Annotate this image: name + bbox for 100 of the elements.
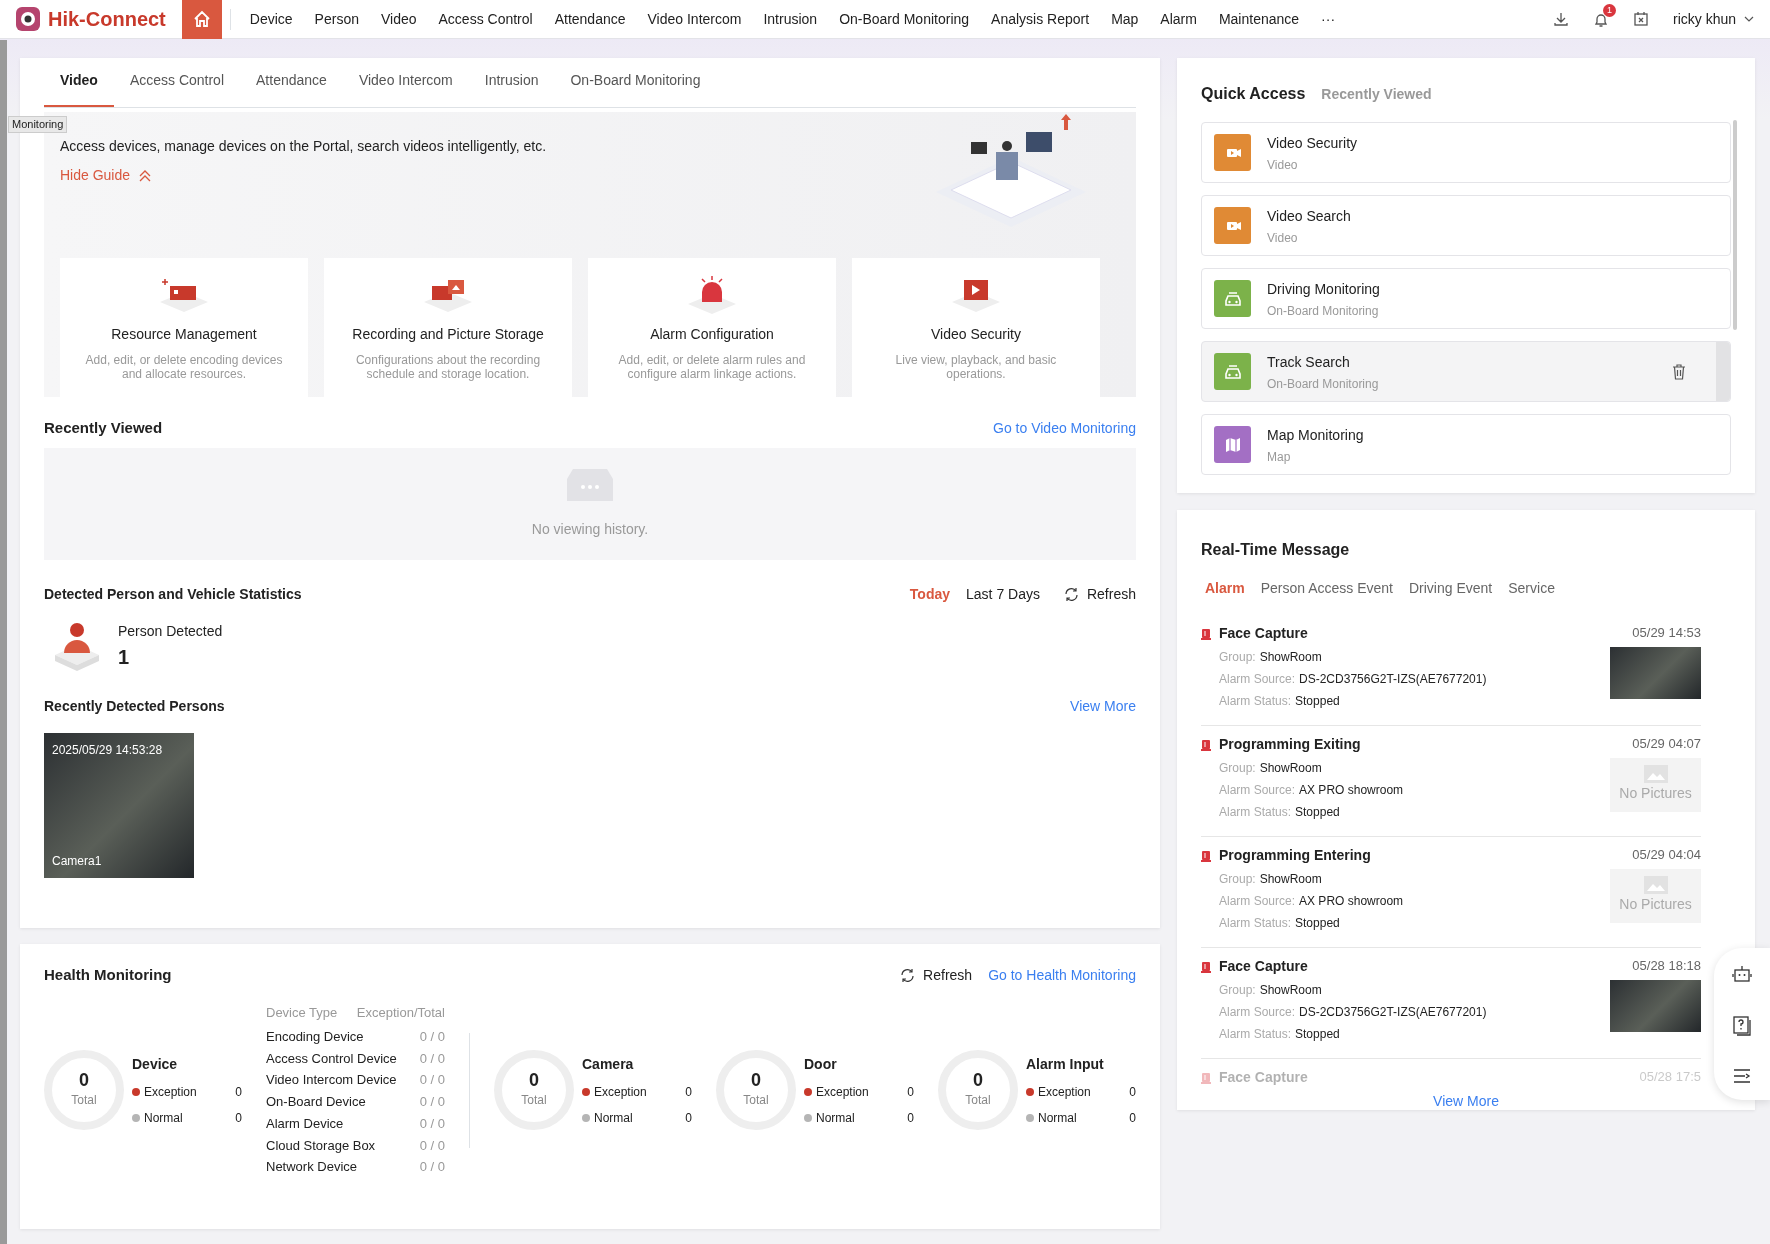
tab[interactable]: Video Intercom [342,58,469,107]
camera-name: Camera1 [52,852,103,870]
message-title: Programming Entering [1219,846,1371,865]
status-label: Normal [594,1109,633,1127]
tab[interactable]: Access Control [113,58,241,107]
quick-access-item[interactable]: Track Search On-Board Monitoring [1201,341,1731,402]
message-time: 05/29 04:04 [1632,846,1701,864]
home-button[interactable] [181,0,222,39]
tab[interactable]: Alarm [1205,578,1245,599]
guide-card[interactable]: Video Security Live view, playback, and basic operations. [852,258,1100,398]
panel-title: Real-Time Message [1201,540,1351,560]
refresh-button[interactable]: Refresh [1063,583,1136,605]
tab[interactable]: Service [1508,578,1555,599]
total-label: Total [965,1092,991,1110]
nav-item[interactable]: Maintenance [1207,8,1311,30]
field-value: ShowRoom [1259,982,1322,999]
total-label: Total [521,1092,547,1110]
health-monitoring-link[interactable]: Go to Health Monitoring [988,964,1136,986]
quick-access-item[interactable]: Video Security Video [1201,122,1731,183]
card-description: Configurations about the recording schedule and storage location. [354,353,542,382]
tab[interactable]: Video [44,58,114,107]
status-count: 0 [235,1109,242,1127]
card-description: Add, edit, or delete encoding devices and allocate resources. [84,353,284,382]
table-cell-text: 0 / 0 [419,1093,445,1112]
tab[interactable]: Driving Event [1409,578,1493,599]
nav-item[interactable]: Video [369,8,428,30]
caret-icon [1744,16,1754,22]
monitoring-tooltip: Monitoring [8,116,68,133]
trash-icon[interactable] [1672,363,1686,380]
logo-icon [16,7,40,31]
status-label: Normal [144,1109,183,1127]
home-icon [192,10,211,28]
tab[interactable]: Intrusion [468,58,555,107]
item-title: Track Search [1267,352,1351,372]
card-title: Video Security [931,325,1021,344]
guide-card[interactable]: Resource Management Add, edit, or delete encoding devices and allocate resources. [60,258,308,398]
table-cell-text: 0 / 0 [419,1049,445,1068]
nav-item[interactable]: Video Intercom [636,8,753,30]
hide-guide-link[interactable]: Hide Guide [60,165,153,186]
user-menu[interactable]: ricky khun [1672,8,1754,30]
field-label: Alarm Status: [1219,1026,1292,1043]
period-tab[interactable]: Last 7 Days [966,583,1040,605]
field-value: ShowRoom [1259,649,1322,666]
calendar-icon[interactable] [1632,11,1649,27]
status-label: Exception [144,1083,197,1101]
robot-icon[interactable] [1732,964,1752,983]
view-more-link[interactable]: View More [1433,1091,1499,1112]
field-value: AX PRO showroom [1299,893,1404,910]
field-label: Group: [1219,760,1256,777]
nav-item[interactable]: Attendance [543,8,637,30]
nav-item[interactable]: Alarm [1149,8,1208,30]
nav-item[interactable]: Map [1100,8,1150,30]
tab[interactable]: On-Board Monitoring [554,58,717,107]
video-monitoring-link[interactable]: Go to Video Monitoring [993,417,1136,439]
nav-item[interactable]: Device [238,8,304,30]
nav-item[interactable]: Access Control [427,8,544,30]
field-label: Alarm Status: [1219,693,1292,710]
help-document-icon[interactable] [1733,1016,1751,1036]
refresh-icon [1063,586,1079,602]
tab[interactable]: Attendance [240,58,343,107]
field-value: ShowRoom [1259,760,1322,777]
nav-item[interactable]: ··· [1310,8,1347,30]
quick-access-item[interactable]: Driving Monitoring On-Board Monitoring [1201,268,1731,329]
total-value: 0 [751,1071,761,1092]
status-count: 0 [1129,1083,1136,1101]
field-label: Group: [1219,649,1256,666]
list-collapse-icon[interactable] [1733,1069,1751,1084]
section-title: Recently Viewed [44,418,163,438]
photo-placeholder[interactable]: 2025/05/29 14:53:28 Camera1 [44,732,194,878]
field-value: Stopped [1295,804,1340,821]
tab[interactable]: Person Access Event [1260,578,1393,599]
bell-icon[interactable] [1592,11,1609,28]
nav-item[interactable]: On-Board Monitoring [828,8,981,30]
table-cell-text: Encoding Device [266,1028,364,1046]
person-statistic-icon [52,621,102,671]
guide-card[interactable]: Alarm Configuration Add, edit, or delete alarm rules and configure alarm linkage actions. [588,258,836,398]
total-value: 0 [973,1071,983,1092]
item-category: Map [1267,449,1292,465]
alarm-icon [1201,849,1211,862]
quick-access-item[interactable]: Map Monitoring Map [1201,414,1731,475]
logo-text: Hik-Connect [48,7,166,32]
field-label: Alarm Status: [1219,804,1292,821]
summary-title: Door [804,1054,838,1074]
quick-access-item[interactable]: Video Search Video [1201,195,1731,256]
message-title: Face Capture [1219,1068,1308,1087]
refresh-button[interactable]: Refresh [900,964,973,986]
download-icon[interactable] [1552,11,1569,27]
nav-item[interactable]: Analysis Report [980,8,1101,30]
chevron-up-icon [138,169,153,182]
tab[interactable]: Quick Access [1201,82,1306,106]
period-tab[interactable]: Today [909,583,951,605]
view-more-link[interactable]: View More [1070,695,1136,717]
alarm-icon [1201,627,1211,640]
field-value: DS-2CD3756G2T-IZS(AE7677201) [1299,1004,1487,1021]
guide-card[interactable]: Recording and Picture Storage Configurations about the recording schedule and storage location. [324,258,572,398]
nav-item[interactable]: Person [303,8,370,30]
summary-title: Device [132,1054,179,1074]
drag-handle[interactable] [1716,342,1730,401]
item-title: Map Monitoring [1267,425,1364,445]
nav-item[interactable]: Intrusion [752,8,829,30]
